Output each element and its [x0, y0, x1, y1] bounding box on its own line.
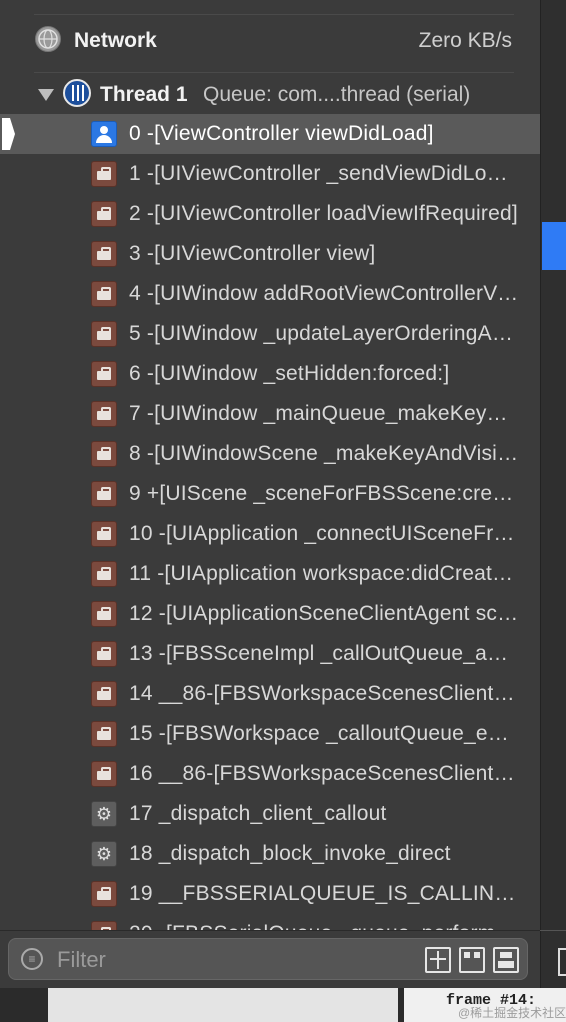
- briefcase-icon: [91, 881, 117, 907]
- thread-queue-label: Queue: com....thread (serial): [203, 83, 471, 106]
- briefcase-icon: [91, 761, 117, 787]
- stack-frame-row[interactable]: 3 -[UIViewController view]: [0, 234, 540, 274]
- stack-frame-row[interactable]: 13 -[FBSSceneImpl _callOutQueue_agent_di…: [0, 634, 540, 674]
- stack-frame-row[interactable]: 2 -[UIViewController loadViewIfRequired]: [0, 194, 540, 234]
- briefcase-icon: [91, 241, 117, 267]
- stack-frame-label: 11 -[UIApplication workspace:didCreateSc…: [129, 562, 519, 585]
- briefcase-icon: [91, 201, 117, 227]
- briefcase-icon: [91, 641, 117, 667]
- briefcase-icon: [91, 361, 117, 387]
- stack-frame-row[interactable]: 7 -[UIWindow _mainQueue_makeKeyAndVisibl…: [0, 394, 540, 434]
- network-row[interactable]: Network Zero KB/s: [0, 20, 540, 60]
- debug-navigator-panel: Network Zero KB/s Thread 1 Queue: com...…: [0, 0, 540, 988]
- disclosure-triangle-icon[interactable]: [38, 89, 54, 101]
- stack-frame-row[interactable]: 9 +[UIScene _sceneForFBSScene:create:wit…: [0, 474, 540, 514]
- filter-icon[interactable]: ≡: [21, 948, 43, 970]
- filter-field[interactable]: ≡: [8, 938, 528, 980]
- stack-frame-row[interactable]: 11 -[UIApplication workspace:didCreateSc…: [0, 554, 540, 594]
- stack-frame-row[interactable]: 1 -[UIViewController _sendViewDidLoadWit…: [0, 154, 540, 194]
- show-hierarchy-icon[interactable]: [493, 947, 519, 973]
- top-divider: [34, 14, 514, 15]
- stack-frame-label: 6 -[UIWindow _setHidden:forced:]: [129, 362, 450, 385]
- stack-frame-label: 19 __FBSSERIALQUEUE_IS_CALLING_OUT_TO_A_…: [129, 882, 519, 905]
- show-only-running-icon[interactable]: [459, 947, 485, 973]
- stack-frame-label: 15 -[FBSWorkspace _calloutQueue_executeC…: [129, 722, 519, 745]
- briefcase-icon: [91, 321, 117, 347]
- stack-frame-row[interactable]: 6 -[UIWindow _setHidden:forced:]: [0, 354, 540, 394]
- stack-frame-label: 12 -[UIApplicationSceneClientAgent scene…: [129, 602, 519, 625]
- briefcase-icon: [91, 521, 117, 547]
- stack-frame-label: 2 -[UIViewController loadViewIfRequired]: [129, 202, 518, 225]
- stack-frame-label: 1 -[UIViewController _sendViewDidLoadWit…: [129, 162, 519, 185]
- briefcase-icon: [91, 681, 117, 707]
- briefcase-icon: [91, 481, 117, 507]
- briefcase-icon: [91, 401, 117, 427]
- stack-frame-label: 18 _dispatch_block_invoke_direct: [129, 842, 451, 865]
- stack-frame-label: 17 _dispatch_client_callout: [129, 802, 387, 825]
- network-value: Zero KB/s: [418, 29, 512, 52]
- briefcase-icon: [91, 161, 117, 187]
- stack-frame-label: 9 +[UIScene _sceneForFBSScene:create:wit…: [129, 482, 519, 505]
- filter-bar: ≡: [0, 930, 540, 989]
- filter-input[interactable]: [55, 945, 419, 975]
- stack-frame-row[interactable]: 10 -[UIApplication _connectUISceneFromFB…: [0, 514, 540, 554]
- thread-title: Thread 1: [100, 83, 188, 106]
- stack-frame-row[interactable]: 12 -[UIApplicationSceneClientAgent scene…: [0, 594, 540, 634]
- stack-frame-row[interactable]: 5 -[UIWindow _updateLayerOrderingAndSetL…: [0, 314, 540, 354]
- stack-frame-row[interactable]: 15 -[FBSWorkspace _calloutQueue_executeC…: [0, 714, 540, 754]
- watermark-text: @稀土掘金技术社区: [458, 1006, 566, 1020]
- current-frame-marker-icon: [2, 118, 15, 150]
- section-divider: [34, 72, 514, 73]
- stack-frame-label: 0 -[ViewController viewDidLoad]: [129, 122, 434, 145]
- briefcase-icon: [91, 561, 117, 587]
- briefcase-icon: [91, 601, 117, 627]
- briefcase-icon: [91, 281, 117, 307]
- gear-icon: ⚙: [91, 841, 117, 867]
- breakpoint-marker[interactable]: [542, 222, 566, 270]
- stack-frame-label: 5 -[UIWindow _updateLayerOrderingAndSetL…: [129, 322, 519, 345]
- stack-frame-label: 14 __86-[FBSWorkspaceScenesClient sceneI…: [129, 682, 519, 705]
- stack-frame-row[interactable]: 16 __86-[FBSWorkspaceScenesClient sceneI…: [0, 754, 540, 794]
- gutter-divider: [540, 930, 566, 931]
- network-globe-icon: [35, 26, 61, 52]
- stack-frame-label: 13 -[FBSSceneImpl _callOutQueue_agent_di…: [129, 642, 519, 665]
- stack-frame-label: 7 -[UIWindow _mainQueue_makeKeyAndVisibl…: [129, 402, 519, 425]
- briefcase-icon: [91, 441, 117, 467]
- thread-row[interactable]: Thread 1 Queue: com....thread (serial): [0, 74, 540, 114]
- gear-icon: ⚙: [91, 801, 117, 827]
- editor-gutter: [540, 0, 566, 1022]
- gutter-toggle-icon[interactable]: [558, 948, 566, 976]
- stack-frame-row[interactable]: ⚙ 18 _dispatch_block_invoke_direct: [0, 834, 540, 874]
- network-title: Network: [74, 29, 157, 52]
- stack-frame-row[interactable]: 19 __FBSSERIALQUEUE_IS_CALLING_OUT_TO_A_…: [0, 874, 540, 914]
- thread-icon: [63, 79, 91, 107]
- stack-frame-row[interactable]: 4 -[UIWindow addRootViewControllerViewIf…: [0, 274, 540, 314]
- stack-frame-label: 8 -[UIWindowScene _makeKeyAndVisibleIfNe…: [129, 442, 519, 465]
- stack-frame-row[interactable]: 14 __86-[FBSWorkspaceScenesClient sceneI…: [0, 674, 540, 714]
- stack-frame-row[interactable]: 0 -[ViewController viewDidLoad]: [0, 114, 540, 154]
- stack-frame-label: 3 -[UIViewController view]: [129, 242, 376, 265]
- stack-frame-row[interactable]: ⚙ 17 _dispatch_client_callout: [0, 794, 540, 834]
- stack-frame-label: 4 -[UIWindow addRootViewControllerViewIf…: [129, 282, 519, 305]
- stack-frame-label: 16 __86-[FBSWorkspaceScenesClient sceneI…: [129, 762, 519, 785]
- briefcase-icon: [91, 721, 117, 747]
- show-only-crashed-icon[interactable]: [425, 947, 451, 973]
- stack-frame-row[interactable]: 8 -[UIWindowScene _makeKeyAndVisibleIfNe…: [0, 434, 540, 474]
- stack-frame-label: 10 -[UIApplication _connectUISceneFromFB…: [129, 522, 519, 545]
- user-code-icon: [91, 121, 117, 147]
- console-left-pane: [48, 988, 398, 1022]
